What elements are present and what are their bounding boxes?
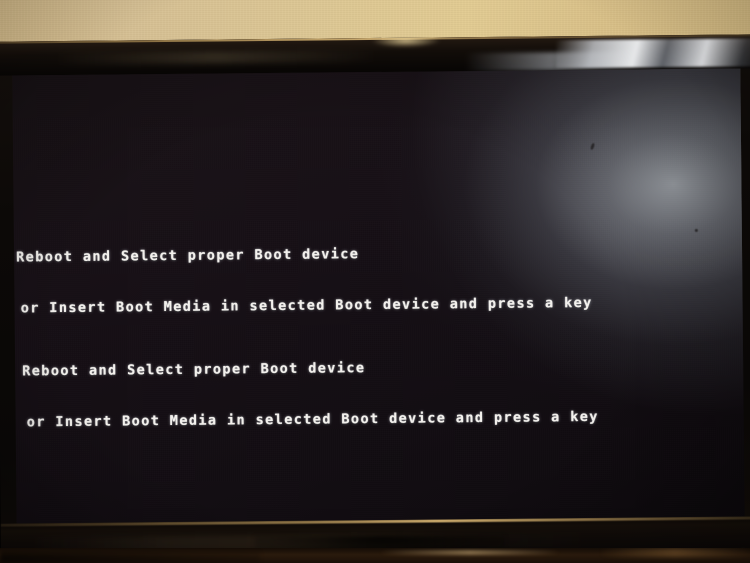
desk-surface: [0, 548, 750, 563]
asus-monitor: Reboot and Select proper Boot device or …: [0, 34, 750, 563]
desk-shadow: [0, 552, 260, 563]
boot-error-line-1: Reboot and Select proper Boot device: [16, 246, 360, 266]
boot-error-line-2: or Insert Boot Media in selected Boot de…: [26, 408, 599, 431]
desk-highlight: [380, 550, 560, 555]
boot-error-line-1: Reboot and Select proper Boot device: [22, 360, 366, 380]
photo-scene: Reboot and Select proper Boot device or …: [0, 0, 750, 563]
boot-error-message-2: Reboot and Select proper Boot device or …: [22, 324, 599, 466]
bezel-reflection-left: [56, 49, 377, 66]
desk-highlight: [600, 548, 750, 557]
screen-speck: [694, 228, 698, 232]
boot-error-line-2: or Insert Boot Media in selected Boot de…: [20, 294, 593, 317]
screen-speck: [589, 142, 596, 151]
monitor-screen: Reboot and Select proper Boot device or …: [12, 68, 745, 524]
bezel-window-reflection: [556, 38, 750, 69]
